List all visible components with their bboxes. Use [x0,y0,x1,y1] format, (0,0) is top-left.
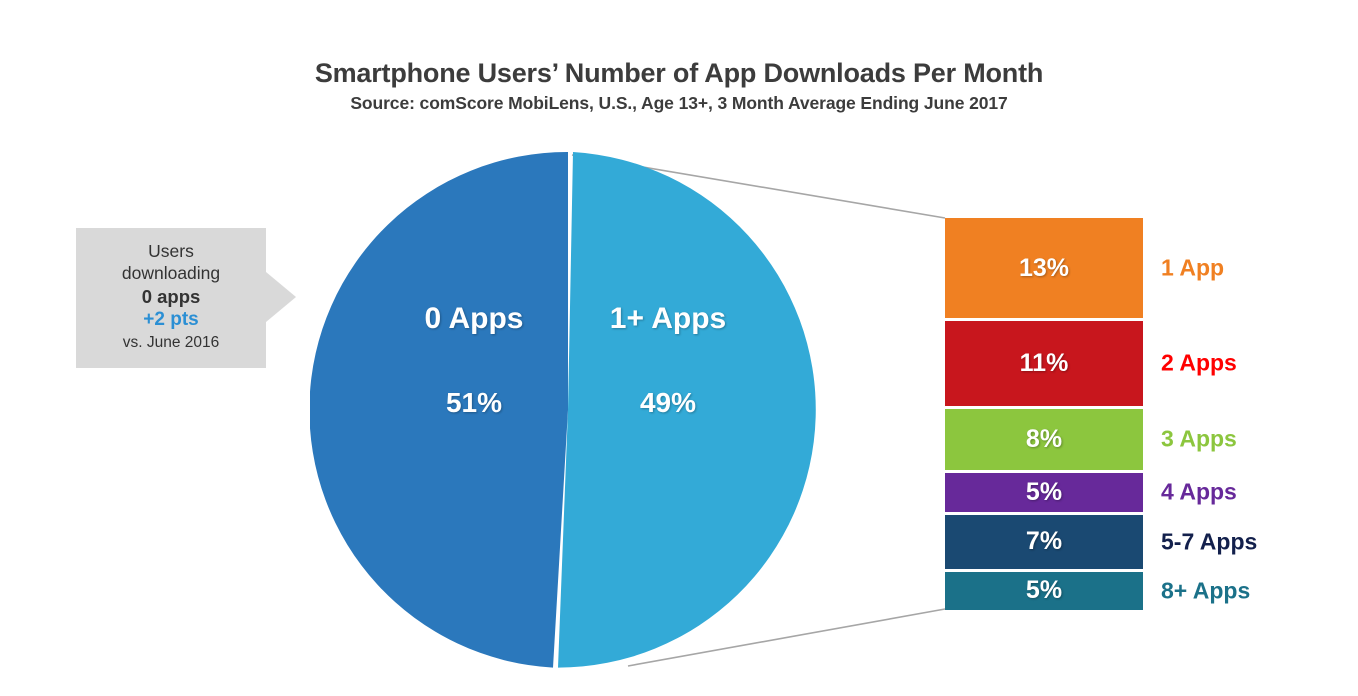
bar-segment-value: 5% [1025,576,1063,605]
callout-metric: 0 apps [141,285,201,307]
bar-segment-value: 7% [1025,527,1063,556]
callout-content: Users downloading 0 apps +2 pts vs. June… [76,228,266,353]
callout-line-2: downloading [121,263,221,284]
chart-source-subtitle: Source: comScore MobiLens, U.S., Age 13+… [350,93,1008,114]
pie-label-0-apps-value: 51% [445,387,503,418]
breakout-bar-stack: 13% 1 App 11% 2 Apps 8% 3 Apps 5% 4 Apps 7% 5-7 A… [945,218,1257,610]
callout-box: Users downloading 0 apps +2 pts vs. June… [76,228,266,368]
pie-chart: 0 Apps 51% 1+ Apps 49% [310,152,826,668]
bar-segment-category-label: 1 App [1161,254,1225,281]
bar-segment-category-label: 2 Apps [1161,349,1237,376]
bar-segment[interactable]: 7% 5-7 Apps [945,514,1257,569]
callout-comparison: vs. June 2016 [122,333,220,351]
bar-segment-value: 11% [1019,348,1069,377]
bar-segment-category-label: 4 Apps [1161,478,1237,505]
callout-delta-value: +2 pts [143,309,199,331]
chart-canvas: Smartphone Users’ Number of App Download… [0,0,1358,696]
bar-segment[interactable]: 5% 8+ Apps [945,571,1250,610]
pie-label-1plus-apps-name: 1+ Apps [609,302,727,335]
pie-label-0-apps-name: 0 Apps [424,302,524,335]
pie-label-1plus-apps-value: 49% [639,387,697,418]
callout-line-1: Users [148,241,194,261]
title-block: Smartphone Users’ Number of App Download… [0,58,1358,114]
callout-pointer-arrow [266,272,296,322]
bar-segment[interactable]: 13% 1 App [945,218,1224,319]
bar-segment[interactable]: 11% 2 Apps [945,321,1237,406]
bar-segment-category-label: 3 Apps [1161,425,1237,452]
bar-segment-category-label: 5-7 Apps [1161,528,1258,555]
page-title: Smartphone Users’ Number of App Download… [314,58,1044,88]
bar-segment-category-label: 8+ Apps [1161,577,1251,604]
bar-segment-value: 8% [1025,424,1063,453]
bar-segment[interactable]: 8% 3 Apps [945,408,1237,471]
bar-segment-value: 5% [1025,477,1063,506]
bar-segment-value: 13% [1018,253,1070,282]
bar-segment[interactable]: 5% 4 Apps [945,473,1237,512]
